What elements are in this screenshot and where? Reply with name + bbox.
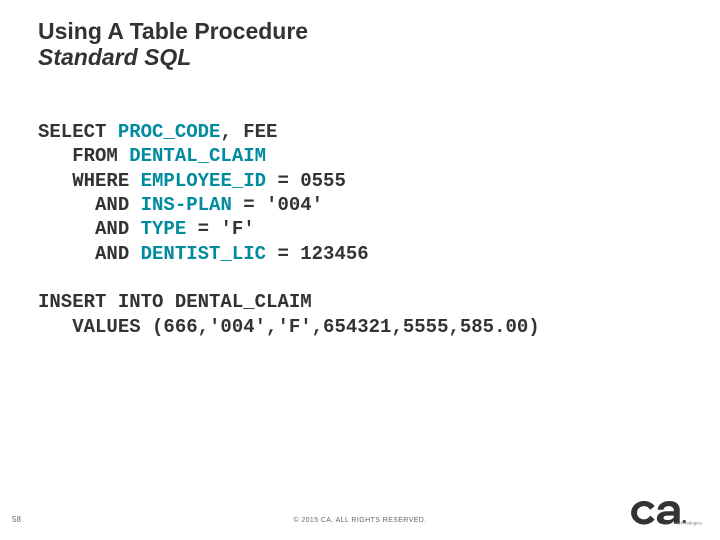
code-l4c: = '004' (232, 194, 323, 216)
code-l8: INSERT INTO DENTAL_CLAIM (38, 291, 312, 313)
code-l4b: INS-PLAN (141, 194, 232, 216)
logo-subtext: technologies (677, 521, 702, 526)
code-l3b: EMPLOYEE_ID (141, 170, 266, 192)
title-line2: Standard SQL (38, 44, 308, 70)
code-l9: VALUES (666,'004','F',654321,5555,585.00… (38, 316, 540, 338)
code-l1a: SELECT (38, 121, 118, 143)
title-block: Using A Table Procedure Standard SQL (38, 18, 308, 71)
code-l4a: AND (38, 194, 141, 216)
ca-logo-icon: technologies (628, 498, 702, 526)
code-l2b: DENTAL_CLAIM (129, 145, 266, 167)
code-l1b: PROC_CODE (118, 121, 221, 143)
code-l5a: AND (38, 218, 141, 240)
code-l6c: = 123456 (266, 243, 369, 265)
code-l2a: FROM (38, 145, 129, 167)
copyright-text: © 2015 CA. ALL RIGHTS RESERVED. (0, 517, 720, 524)
title-line1: Using A Table Procedure (38, 18, 308, 44)
code-l5c: = 'F' (186, 218, 254, 240)
code-l1c: , FEE (220, 121, 277, 143)
code-l6a: AND (38, 243, 141, 265)
code-block: SELECT PROC_CODE, FEE FROM DENTAL_CLAIM … (38, 120, 540, 339)
code-l3a: WHERE (38, 170, 141, 192)
code-l3c: = 0555 (266, 170, 346, 192)
code-l5b: TYPE (141, 218, 187, 240)
slide: Using A Table Procedure Standard SQL SEL… (0, 0, 720, 540)
code-l6b: DENTIST_LIC (141, 243, 266, 265)
